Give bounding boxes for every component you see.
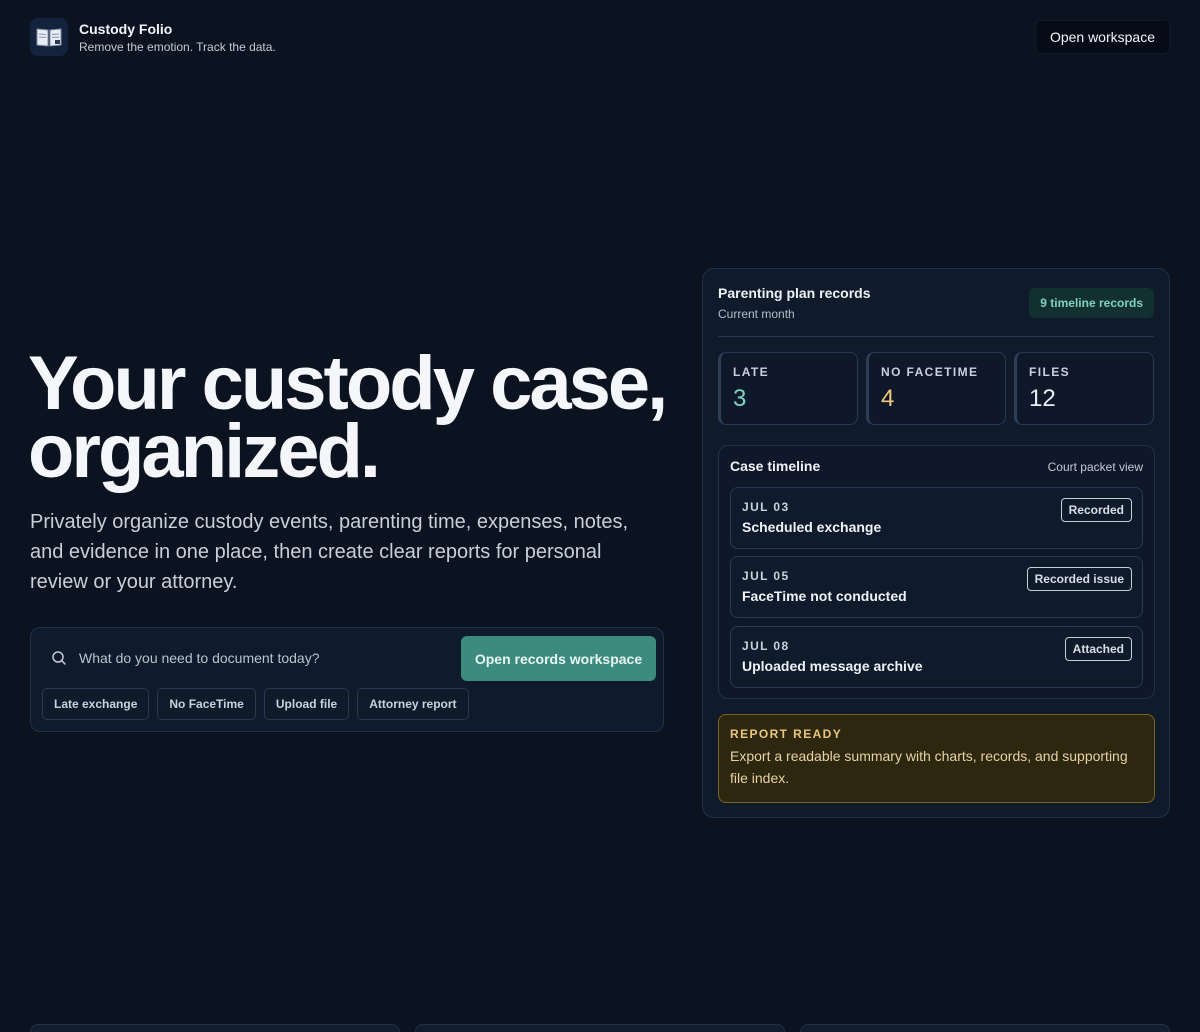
chip-attorney-report[interactable]: Attorney report bbox=[357, 688, 469, 720]
hero-title: Your custody case, organized. bbox=[28, 346, 688, 490]
timeline-event[interactable]: JUL 08 Uploaded message archive Attached bbox=[730, 626, 1143, 688]
top-header: Custody Folio Remove the emotion. Track … bbox=[30, 18, 1170, 58]
stat-files: FILES 12 bbox=[1014, 352, 1154, 425]
report-ready-callout: REPORT READY Export a readable summary w… bbox=[718, 714, 1155, 803]
status-badge: Recorded issue bbox=[1026, 567, 1132, 591]
search-icon bbox=[51, 650, 67, 666]
event-date: JUL 03 bbox=[742, 500, 790, 514]
feature-card bbox=[415, 1024, 785, 1032]
stat-label: FILES bbox=[1029, 365, 1071, 379]
hero-subtitle: Privately organize custody events, paren… bbox=[30, 511, 629, 593]
status-badge: Recorded bbox=[1060, 498, 1132, 522]
stat-value: 3 bbox=[733, 385, 747, 412]
stats-row: LATE 3 NO FACETIME 4 FILES 12 bbox=[718, 352, 1154, 425]
timeline-records-badge: 9 timeline records bbox=[1029, 288, 1154, 318]
event-date: JUL 08 bbox=[742, 639, 790, 653]
chip-no-facetime[interactable]: No FaceTime bbox=[157, 688, 256, 720]
panel-subtitle: Current month bbox=[718, 307, 795, 321]
report-text: Export a readable summary with charts, r… bbox=[730, 748, 1128, 786]
quick-action-chips: Late exchange No FaceTime Upload file At… bbox=[42, 688, 469, 720]
book-logo-icon bbox=[30, 18, 68, 56]
stat-no-facetime: NO FACETIME 4 bbox=[866, 352, 1006, 425]
event-title: Scheduled exchange bbox=[742, 519, 882, 535]
report-label: REPORT READY bbox=[730, 727, 843, 741]
records-preview-panel: Parenting plan records Current month 9 t… bbox=[702, 268, 1170, 818]
timeline-event[interactable]: JUL 03 Scheduled exchange Recorded bbox=[730, 487, 1143, 549]
divider bbox=[718, 336, 1154, 337]
timeline-event[interactable]: JUL 05 FaceTime not conducted Recorded i… bbox=[730, 556, 1143, 618]
event-title: FaceTime not conducted bbox=[742, 588, 907, 604]
open-records-workspace-button[interactable]: Open records workspace bbox=[461, 636, 656, 681]
chip-late-exchange[interactable]: Late exchange bbox=[42, 688, 150, 720]
event-date: JUL 05 bbox=[742, 569, 790, 583]
court-packet-view-link[interactable]: Court packet view bbox=[1048, 460, 1143, 474]
stat-label: LATE bbox=[733, 365, 770, 379]
open-workspace-button[interactable]: Open workspace bbox=[1034, 20, 1170, 54]
feature-card bbox=[30, 1024, 400, 1032]
chip-upload-file[interactable]: Upload file bbox=[263, 688, 350, 720]
feature-card bbox=[800, 1024, 1170, 1032]
brand-name: Custody Folio bbox=[79, 20, 173, 37]
hero-title-line2: organized. bbox=[28, 409, 381, 494]
stat-value: 12 bbox=[1029, 385, 1056, 412]
stat-label: NO FACETIME bbox=[881, 365, 979, 379]
panel-title: Parenting plan records bbox=[718, 285, 871, 301]
event-title: Uploaded message archive bbox=[742, 658, 923, 674]
stat-value: 4 bbox=[881, 385, 895, 412]
search-input[interactable]: What do you need to document today? bbox=[51, 650, 320, 666]
brand-tagline: Remove the emotion. Track the data. bbox=[79, 39, 276, 54]
case-timeline: Case timeline Court packet view JUL 03 S… bbox=[718, 445, 1155, 699]
search-card: What do you need to document today? Open… bbox=[30, 627, 664, 732]
brand[interactable]: Custody Folio Remove the emotion. Track … bbox=[30, 18, 1170, 56]
status-badge: Attached bbox=[1064, 637, 1132, 661]
search-placeholder: What do you need to document today? bbox=[79, 650, 320, 666]
timeline-title: Case timeline bbox=[730, 458, 821, 474]
stat-late: LATE 3 bbox=[718, 352, 858, 425]
